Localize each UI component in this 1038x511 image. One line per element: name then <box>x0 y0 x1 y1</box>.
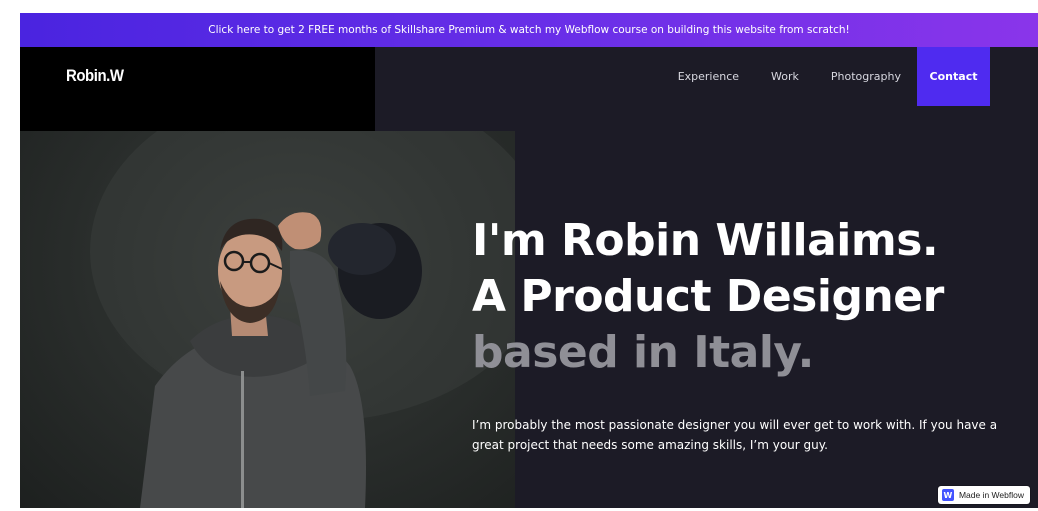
nav-contact-button[interactable]: Contact <box>917 47 990 106</box>
webflow-badge-label: Made in Webflow <box>958 490 1024 500</box>
made-in-webflow-badge[interactable]: W Made in Webflow <box>937 486 1030 504</box>
site-logo[interactable]: Robin.W <box>66 66 124 86</box>
nav-photography[interactable]: Photography <box>815 47 917 106</box>
headline-line-1: I'm Robin Willaims. <box>472 215 939 266</box>
nav-work[interactable]: Work <box>755 47 815 106</box>
promo-banner-link[interactable]: Click here to get 2 FREE months of Skill… <box>20 13 1038 47</box>
logo-block: Robin.W <box>20 47 375 131</box>
portrait-illustration <box>90 131 515 508</box>
promo-banner-text: Click here to get 2 FREE months of Skill… <box>208 24 850 36</box>
hero-intro-text: I’m probably the most passionate designe… <box>472 418 998 452</box>
hero-portrait-photo <box>20 131 515 508</box>
headline-line-2: A Product Designer <box>472 271 944 322</box>
webflow-logo-icon: W <box>941 489 954 501</box>
nav-experience[interactable]: Experience <box>662 47 755 106</box>
main-nav: Experience Work Photography Contact <box>662 47 990 106</box>
headline-line-3: based in Italy. <box>472 327 814 378</box>
page-frame: Click here to get 2 FREE months of Skill… <box>20 13 1038 508</box>
hero-headline: I'm Robin Willaims. A Product Designer b… <box>472 213 944 381</box>
